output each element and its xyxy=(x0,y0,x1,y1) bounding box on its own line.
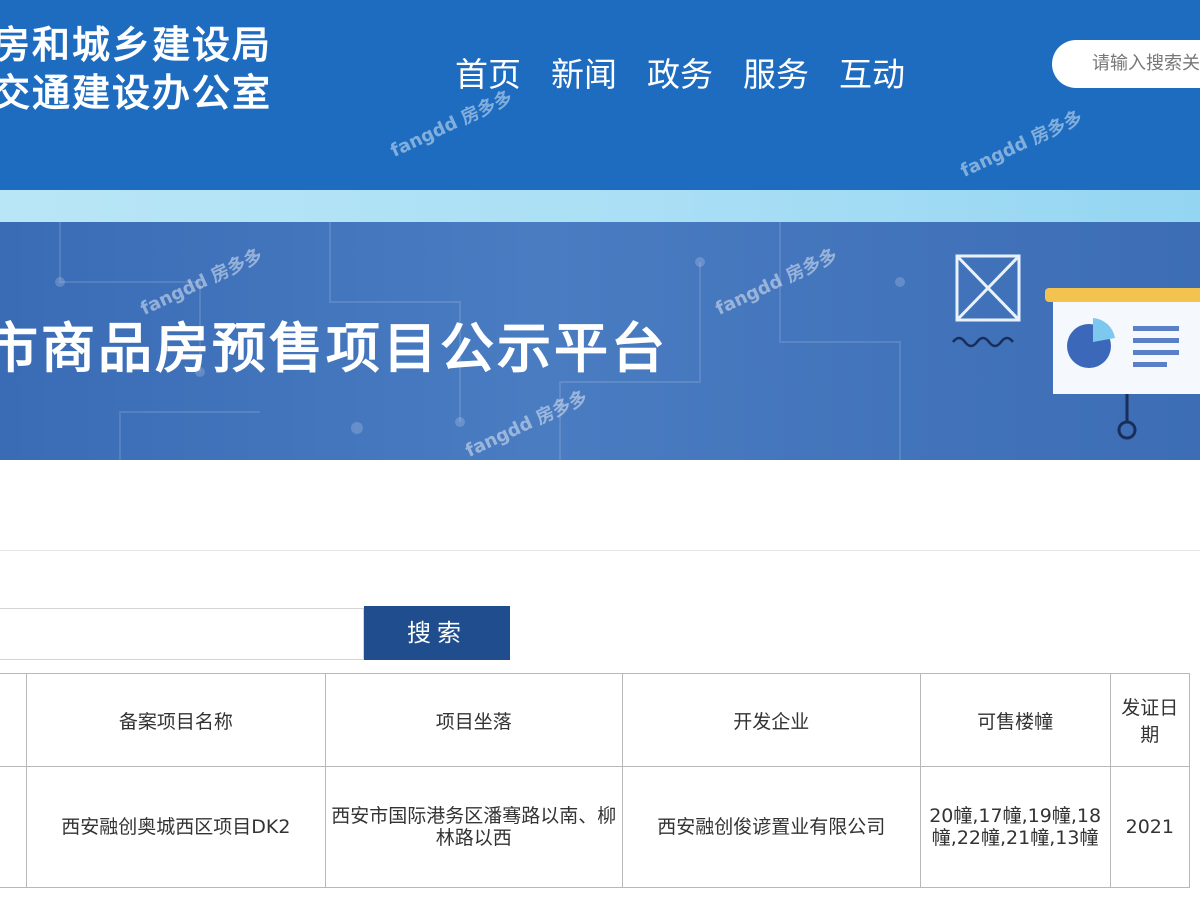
agency-name-line2: 交通建设办公室 xyxy=(0,71,273,115)
site-search-input[interactable]: 请输入搜索关键词 xyxy=(1052,40,1200,88)
nav-item-home[interactable]: 首页 xyxy=(440,48,536,96)
table-row[interactable]: 西安融创奥城西区项目DK2 西安市国际港务区潘骞路以南、柳林路以西 西安融创俊谚… xyxy=(0,766,1191,888)
presentation-board-icon xyxy=(952,254,1200,440)
table-header-row: 备案项目名称 项目坐落 开发企业 可售楼幢 发证日期 xyxy=(0,673,1191,767)
cell-index xyxy=(0,766,28,888)
column-header-saleable-buildings: 可售楼幢 xyxy=(919,673,1111,767)
cell-issue-date: 2021 xyxy=(1109,766,1191,888)
agency-name-line1: 房和城乡建设局 xyxy=(0,23,273,67)
search-button[interactable]: 搜索 xyxy=(364,606,510,660)
cell-developer: 西安融创俊谚置业有限公司 xyxy=(621,766,921,888)
nav-item-interaction[interactable]: 互动 xyxy=(824,48,920,96)
column-header-index xyxy=(0,673,28,767)
banner-title: 市商品房预售项目公示平台 xyxy=(0,317,668,380)
site-header: 房和城乡建设局 交通建设办公室 首页 新闻 政务 服务 互动 请输入搜索关键词 xyxy=(0,0,1200,190)
project-search-input[interactable] xyxy=(0,608,364,660)
divider xyxy=(0,550,1200,551)
nav-item-services[interactable]: 服务 xyxy=(728,48,824,96)
column-header-developer: 开发企业 xyxy=(621,673,921,767)
main-nav: 首页 新闻 政务 服务 互动 xyxy=(440,48,920,96)
nav-item-government[interactable]: 政务 xyxy=(632,48,728,96)
nav-item-news[interactable]: 新闻 xyxy=(536,48,632,96)
column-header-project-name: 备案项目名称 xyxy=(26,673,326,767)
presale-projects-table: 备案项目名称 项目坐落 开发企业 可售楼幢 发证日期 西安融创奥城西区项目DK2… xyxy=(0,673,1191,888)
cell-project-location: 西安市国际港务区潘骞路以南、柳林路以西 xyxy=(324,766,623,888)
platform-banner: 市商品房预售项目公示平台 xyxy=(0,222,1200,460)
column-header-project-location: 项目坐落 xyxy=(324,673,623,767)
cell-project-name: 西安融创奥城西区项目DK2 xyxy=(26,766,326,888)
cell-saleable-buildings: 20幢,17幢,19幢,18幢,22幢,21幢,13幢 xyxy=(919,766,1111,888)
column-header-issue-date: 发证日期 xyxy=(1109,673,1191,767)
decorative-strip xyxy=(0,190,1200,222)
